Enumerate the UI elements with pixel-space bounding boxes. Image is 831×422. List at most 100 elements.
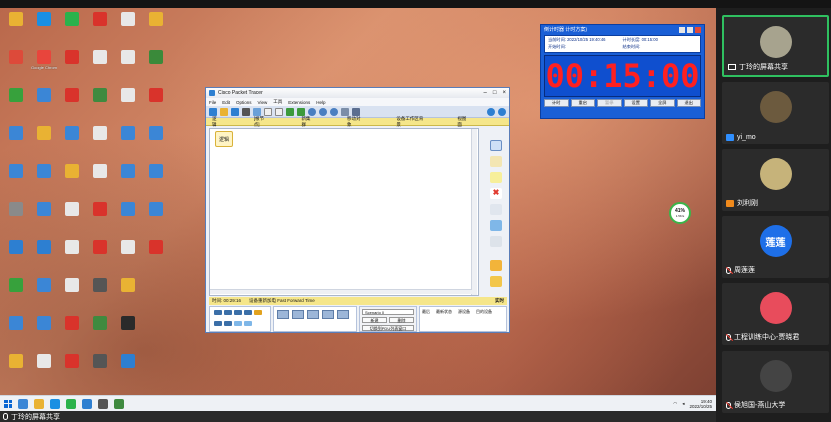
desktop-icon[interactable]: Google Chrome	[31, 50, 57, 70]
desktop-icon[interactable]	[31, 278, 57, 292]
desktop-icon[interactable]	[59, 202, 85, 216]
print-icon[interactable]	[242, 107, 250, 116]
zoom-reset-icon[interactable]	[319, 107, 327, 116]
desktop-icon[interactable]	[115, 278, 141, 292]
workspace-bar-item[interactable]: 视图面	[457, 116, 469, 128]
menu-item[interactable]: Options	[236, 100, 252, 105]
logical-workspace[interactable]: 逻辑	[209, 128, 479, 296]
menu-item[interactable]: Edit	[222, 100, 230, 105]
desktop-icon[interactable]	[31, 126, 57, 140]
desktop-icon[interactable]	[115, 240, 141, 254]
timer-button[interactable]: 计时	[544, 99, 569, 107]
minimize-icon[interactable]	[679, 26, 685, 33]
desktop-icon[interactable]	[59, 354, 85, 368]
desktop-icon[interactable]	[87, 12, 113, 26]
scenario-select[interactable]: Scenario 0	[362, 309, 414, 315]
desktop-icon[interactable]	[31, 316, 57, 330]
horizontal-scrollbar[interactable]	[210, 289, 472, 294]
workspace-bar-item[interactable]: 新集群	[301, 116, 313, 128]
timer-button[interactable]: 重启	[570, 99, 595, 107]
switch-category-icon[interactable]	[224, 310, 232, 315]
menu-item[interactable]: 工具	[273, 99, 282, 105]
note-icon[interactable]	[490, 172, 502, 183]
desktop-icon[interactable]	[31, 202, 57, 216]
zoom-in-icon[interactable]	[308, 107, 316, 116]
wifi-icon[interactable]: ◠	[673, 401, 677, 407]
router-category-icon[interactable]	[214, 310, 222, 315]
taskbar-app-icon[interactable]	[66, 398, 76, 409]
open-folder-icon[interactable]	[220, 107, 228, 116]
desktop-icon[interactable]	[143, 50, 169, 64]
volume-icon[interactable]: ◂	[682, 401, 684, 407]
desktop-icon[interactable]	[3, 316, 29, 330]
resize-icon[interactable]	[490, 236, 502, 247]
workspace-bar-item[interactable]: 移动对象	[347, 116, 362, 128]
participant-tile[interactable]: 工程训练中心-贾晓君	[722, 283, 829, 345]
desktop-icon[interactable]	[87, 316, 113, 330]
zoom-icon[interactable]	[490, 204, 502, 215]
toggle-pdu-button[interactable]: 切换到PDU列表窗口	[362, 325, 414, 331]
desktop-icon[interactable]	[3, 240, 29, 254]
desktop-icon[interactable]	[31, 354, 57, 368]
desktop-icon[interactable]	[143, 164, 169, 178]
desktop-icon[interactable]	[31, 240, 57, 254]
desktop-icon[interactable]	[143, 240, 169, 254]
undo-icon[interactable]	[286, 107, 294, 116]
participant-tile[interactable]: 丁玲的屏幕共享	[722, 15, 829, 77]
copy-icon[interactable]	[264, 107, 272, 116]
desktop-icon[interactable]	[87, 164, 113, 178]
help-icon[interactable]	[498, 107, 506, 116]
menu-item[interactable]: View	[258, 100, 268, 105]
maximize-icon[interactable]: □	[493, 90, 497, 96]
device-item[interactable]	[277, 310, 289, 319]
select-icon[interactable]	[490, 140, 502, 151]
desktop-icon[interactable]	[115, 88, 141, 102]
desktop-icon[interactable]	[115, 164, 141, 178]
minimize-icon[interactable]: –	[484, 90, 487, 96]
timer-titlebar[interactable]: 倒计时器 计时方案)	[541, 25, 704, 34]
desktop-icon[interactable]	[87, 354, 113, 368]
participant-tile[interactable]: yi_mo	[722, 82, 829, 144]
desktop-icon[interactable]	[3, 12, 29, 26]
menu-item[interactable]: File	[209, 100, 216, 105]
participant-tile[interactable]: 侯旭国-燕山大学	[722, 351, 829, 413]
hub-category-icon[interactable]	[234, 310, 242, 315]
complex-pdu-icon[interactable]	[490, 276, 502, 287]
participant-tile[interactable]: 莲莲 周莲莲	[722, 216, 829, 278]
desktop-icon[interactable]	[59, 278, 85, 292]
desktop-icon[interactable]	[31, 12, 57, 26]
device-item[interactable]	[337, 310, 349, 319]
new-file-icon[interactable]	[209, 107, 217, 116]
timer-button[interactable]: 暂停	[597, 99, 622, 107]
info-icon[interactable]	[487, 107, 495, 116]
desktop-icon[interactable]	[115, 12, 141, 26]
desktop-icon[interactable]	[3, 126, 29, 140]
taskbar-app-icon[interactable]	[82, 398, 92, 409]
desktop-icon[interactable]	[59, 50, 85, 64]
connections-category-icon[interactable]	[254, 310, 262, 315]
workspace-bar-item[interactable]: [根节点]	[254, 116, 268, 128]
timer-button[interactable]: 设置	[623, 99, 648, 107]
taskbar-app-icon[interactable]	[34, 398, 44, 409]
desktop-icon[interactable]	[87, 240, 113, 254]
desktop-icon[interactable]	[59, 164, 85, 178]
taskbar-app-icon[interactable]	[114, 398, 124, 409]
desktop-icon[interactable]	[143, 12, 169, 26]
maximize-icon[interactable]	[687, 26, 693, 33]
menu-item[interactable]: Extensions	[288, 100, 310, 105]
desktop-icon[interactable]	[115, 202, 141, 216]
desktop-icon[interactable]	[3, 354, 29, 368]
desktop-icon[interactable]	[3, 88, 29, 102]
desktop-icon[interactable]	[3, 202, 29, 216]
desktop-icon[interactable]	[59, 126, 85, 140]
delete-scenario-button[interactable]: 删除	[389, 317, 414, 323]
workspace-bar-item[interactable]: 设备工作区背景	[396, 116, 423, 128]
security-icon[interactable]	[224, 321, 232, 326]
desktop-icon[interactable]	[87, 126, 113, 140]
desktop-icon[interactable]	[115, 126, 141, 140]
desktop-icon[interactable]	[87, 202, 113, 216]
desktop-icon[interactable]	[87, 50, 113, 64]
close-icon[interactable]: ×	[502, 90, 506, 96]
wan-emulation-icon[interactable]	[234, 321, 242, 326]
desktop-icon[interactable]	[3, 278, 29, 292]
